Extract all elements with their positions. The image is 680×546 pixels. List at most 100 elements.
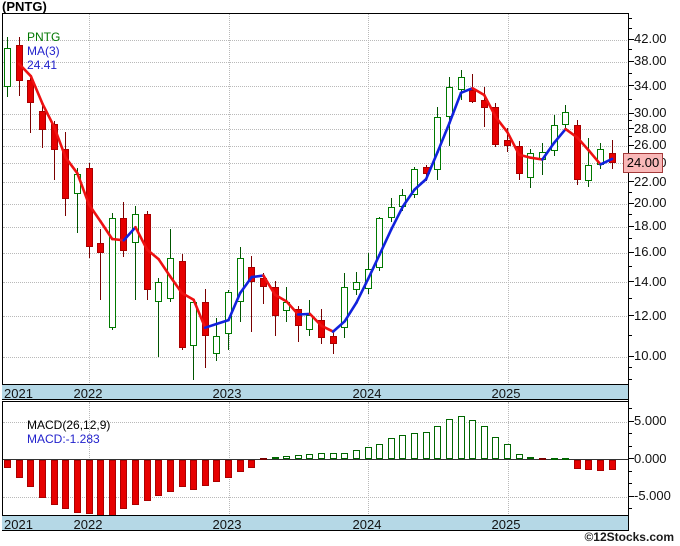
year-gridline (507, 14, 509, 384)
macd-bar-negative (27, 460, 35, 488)
price-tick-label: 20.00 (634, 195, 667, 210)
macd-bar-positive (399, 435, 407, 460)
symbol-label: PNTG (27, 30, 61, 44)
price-axis-line (628, 13, 629, 531)
macd-bar-negative (178, 460, 186, 488)
candle-down (39, 110, 46, 130)
candle-down (469, 90, 477, 102)
candle-down (329, 335, 337, 344)
macd-minor-tick (628, 508, 632, 510)
candle-up (562, 112, 570, 126)
candle-down (422, 166, 430, 175)
candle-up (306, 314, 314, 330)
macd-minor-tick (628, 470, 632, 472)
macd-bar-positive (457, 415, 465, 460)
stock-chart-page: (PNTG) PNTG MA(3) 24.41 2021 2022 2023 2024… (0, 0, 680, 546)
candle-down (97, 243, 105, 253)
candle-down (85, 167, 93, 248)
price-gridline (3, 163, 628, 165)
page-title: (PNTG) (2, 0, 47, 14)
price-gridline (3, 356, 628, 358)
candle-up (283, 302, 291, 311)
price-minor-tick (628, 213, 632, 215)
macd-minor-tick (628, 483, 632, 485)
candle-up (352, 282, 360, 291)
year-label: 2025 (491, 517, 521, 531)
price-tick-label: 12.00 (634, 307, 667, 323)
price-minor-tick (628, 297, 632, 299)
price-gridline (3, 61, 628, 63)
candle-down (143, 213, 151, 291)
candle-up (213, 335, 221, 355)
macd-chart-panel: MACD(26,12,9) MACD:-1.283 (2, 401, 628, 515)
price-gridline (3, 39, 628, 41)
year-label: 2021 (4, 517, 33, 531)
macd-bar-positive (341, 452, 349, 460)
price-minor-tick (628, 28, 632, 30)
macd-bar-negative (597, 460, 604, 471)
candle-up (399, 194, 407, 207)
macd-minor-tick (628, 408, 632, 410)
macd-tick-label: 5.000 (634, 413, 667, 429)
price-tick-label: 38.00 (634, 53, 667, 69)
candle-up (434, 116, 442, 170)
price-tick-label: 42.00 (634, 31, 667, 46)
macd-bar-positive (387, 438, 395, 460)
price-tick-label: 10.00 (634, 348, 667, 364)
macd-params-label: MACD(26,12,9) (27, 418, 111, 432)
last-price-badge: 24.00 (623, 153, 663, 173)
macd-bar-positive (422, 432, 430, 460)
price-minor-tick (628, 120, 632, 122)
macd-value-label: MACD:-1.283 (27, 432, 100, 446)
macd-overlay-legend: MACD(26,12,9) MACD:-1.283 (7, 404, 120, 460)
macd-bar-negative (585, 460, 593, 471)
macd-bar-positive (434, 425, 442, 460)
candle-down (50, 124, 58, 150)
year-label: 2025 (491, 386, 521, 400)
price-gridline (3, 282, 628, 284)
candle-up (236, 258, 244, 303)
candle-up (341, 287, 349, 328)
candle-down (318, 320, 325, 338)
year-label: 2023 (212, 386, 242, 400)
macd-bar-positive (515, 454, 523, 460)
candle-down (573, 125, 581, 181)
macd-bar-negative (73, 460, 81, 513)
price-gridline (3, 145, 628, 147)
price-tick-label: 30.00 (634, 105, 667, 121)
candle-up (225, 292, 232, 334)
macd-bar-negative (143, 460, 151, 501)
price-tick-label: 26.00 (634, 137, 667, 152)
macd-bar-positive (364, 447, 372, 460)
candle-down (271, 287, 279, 317)
date-axis-band-lower: 2021 2022 2023 2024 2025 (2, 515, 628, 531)
macd-bar-positive (527, 456, 535, 460)
macd-bar-positive (492, 436, 500, 460)
year-gridline (368, 14, 369, 384)
year-label: 2023 (212, 517, 242, 531)
macd-bar-negative (108, 460, 116, 515)
price-minor-tick (628, 72, 632, 74)
ma-value: 24.41 (27, 58, 58, 72)
macd-bar-negative (213, 460, 221, 483)
price-minor-tick (628, 334, 632, 336)
macd-bar-negative (15, 460, 23, 478)
year-label: 2024 (352, 386, 382, 400)
macd-dash (538, 458, 546, 461)
candle-down (201, 302, 209, 336)
price-minor-tick (628, 378, 632, 380)
price-gridline (3, 129, 628, 131)
macd-bar-negative (85, 460, 93, 515)
candle-down (504, 139, 511, 147)
price-overlay-legend: PNTG MA(3) 24.41 (7, 16, 64, 86)
candle-down (120, 218, 128, 252)
macd-bar-positive (306, 454, 314, 460)
candle-down (492, 106, 500, 145)
price-minor-tick (628, 98, 632, 100)
price-tick-label: 16.00 (634, 244, 667, 260)
price-minor-tick (628, 266, 632, 267)
macd-bar-negative (190, 460, 198, 490)
macd-dash (562, 458, 570, 461)
macd-dash (259, 458, 267, 461)
macd-bar-positive (504, 444, 511, 460)
